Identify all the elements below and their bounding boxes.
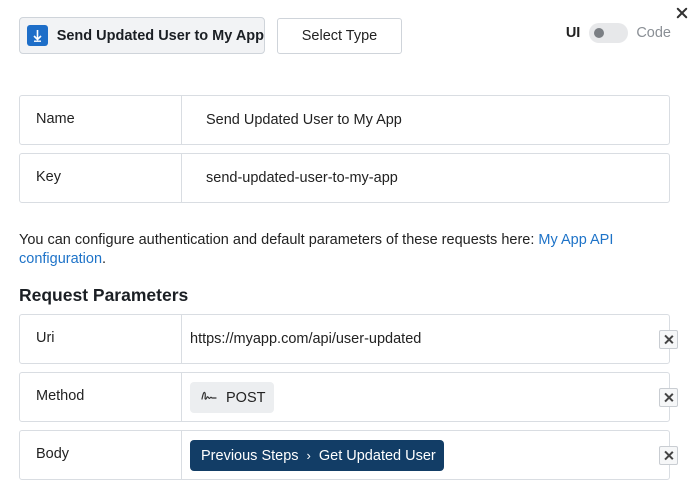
step-title-chip[interactable]: Send Updated User to My App <box>19 17 265 54</box>
key-field-label: Key <box>20 154 182 202</box>
name-field-value[interactable]: Send Updated User to My App <box>206 112 402 128</box>
body-path-step: Previous Steps <box>201 447 299 464</box>
method-param-row: Method POST <box>19 372 670 422</box>
close-icon[interactable] <box>675 6 689 20</box>
request-parameters-title: Request Parameters <box>19 285 189 305</box>
toggle-knob <box>594 28 605 38</box>
name-field-label: Name <box>20 96 182 144</box>
mode-toggle-group: UI Code <box>566 23 671 43</box>
remove-method-icon[interactable] <box>659 388 678 407</box>
step-title: Send Updated User to My App <box>56 27 264 44</box>
body-param-label: Body <box>20 431 182 479</box>
uri-param-value[interactable]: https://myapp.com/api/user-updated <box>190 331 421 347</box>
key-field-row: Key send-updated-user-to-my-app <box>19 153 670 203</box>
ui-mode-label[interactable]: UI <box>566 25 581 41</box>
key-field-value[interactable]: send-updated-user-to-my-app <box>206 170 398 186</box>
top-bar: Send Updated User to My App Select Type … <box>19 17 671 55</box>
mode-toggle[interactable] <box>589 23 629 43</box>
signature-icon <box>201 389 217 407</box>
code-mode-label[interactable]: Code <box>636 25 671 41</box>
download-arrow-icon <box>27 25 48 46</box>
uri-param-label: Uri <box>20 315 182 363</box>
config-info-text: You can configure authentication and def… <box>19 231 639 269</box>
remove-body-icon[interactable] <box>659 446 678 465</box>
body-reference-chip[interactable]: Previous Steps › Get Updated User <box>190 440 444 471</box>
config-info-suffix: . <box>102 251 107 267</box>
uri-param-row: Uri https://myapp.com/api/user-updated <box>19 314 670 364</box>
body-path-field: Get Updated User <box>318 447 436 464</box>
method-value-chip[interactable]: POST <box>190 382 274 413</box>
chevron-right-icon: › <box>306 448 311 463</box>
method-param-label: Method <box>20 373 182 421</box>
config-info-sentence: You can configure authentication and def… <box>19 232 539 248</box>
remove-uri-icon[interactable] <box>659 330 678 349</box>
body-param-row: Body Previous Steps › Get Updated User <box>19 430 670 480</box>
select-type-button[interactable]: Select Type <box>277 18 402 54</box>
method-value: POST <box>226 389 266 406</box>
name-field-row: Name Send Updated User to My App <box>19 95 670 145</box>
